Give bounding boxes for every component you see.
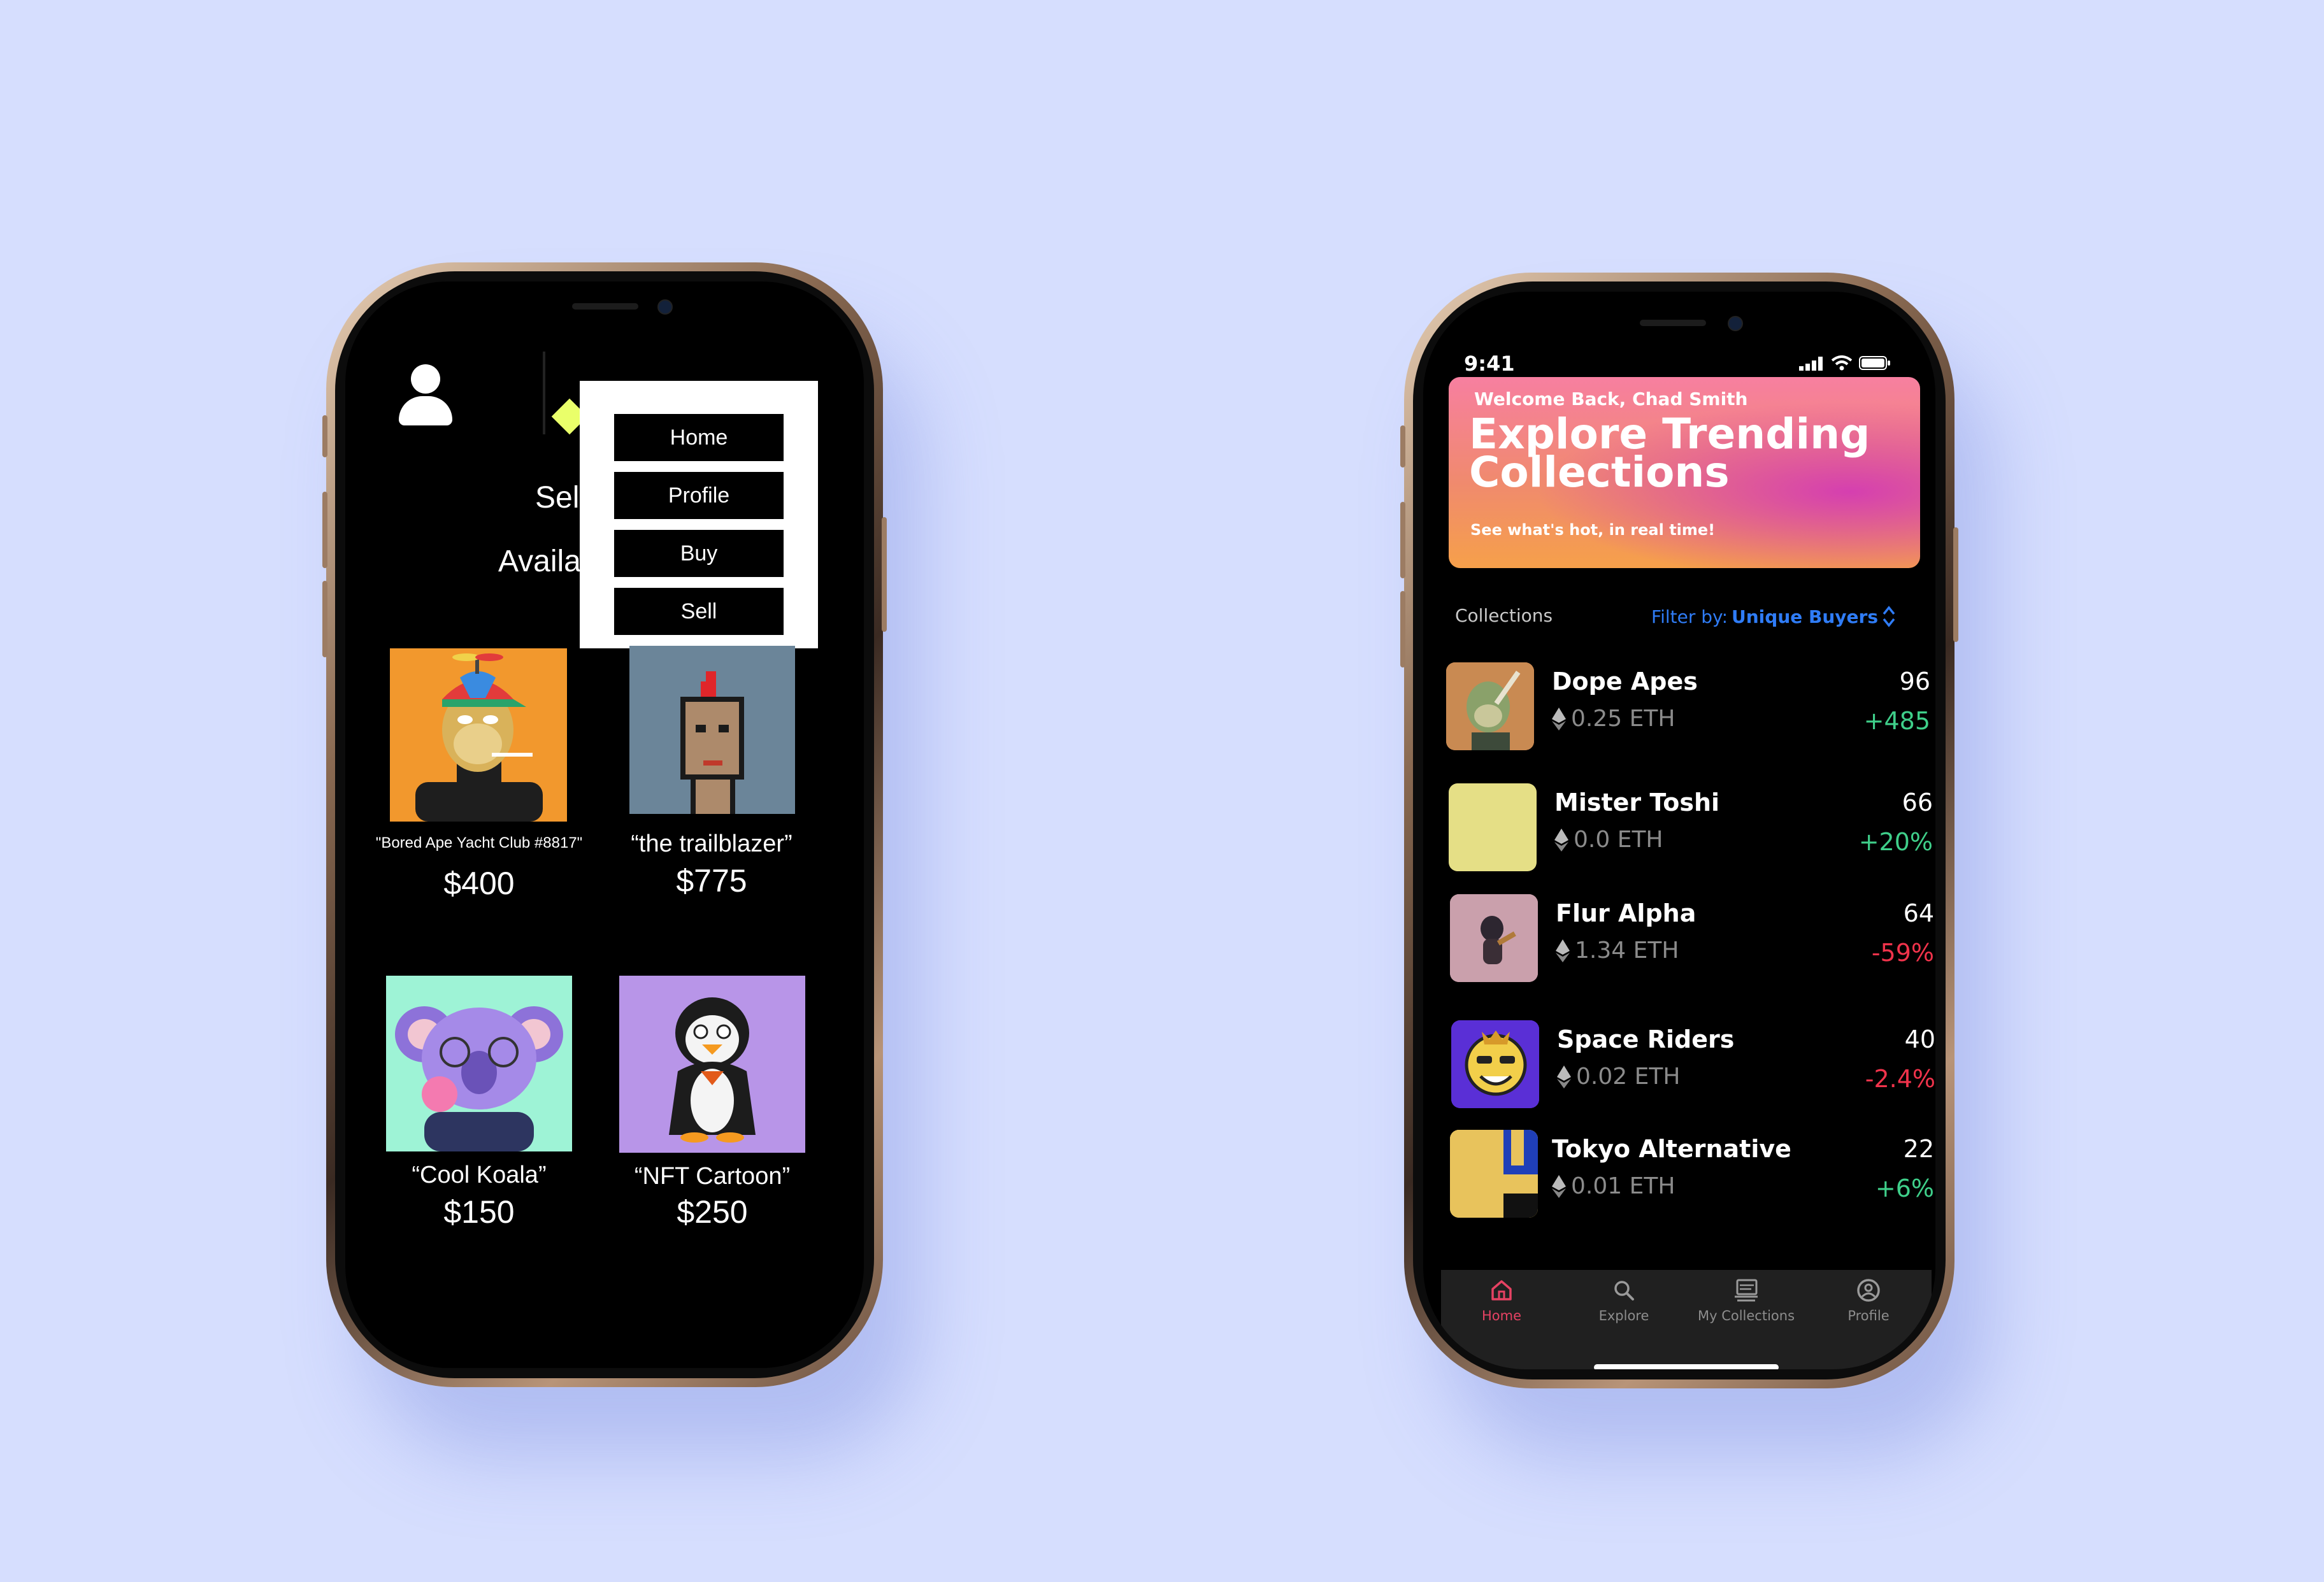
collection-row-space-riders[interactable]: Space Riders 0.02 ETH 40 -2.4%: [1451, 1020, 1935, 1109]
status-icons: [1799, 355, 1891, 371]
status-time: 9:41: [1464, 352, 1515, 376]
screen-trending-collections: 9:41 Welcome Back, Chad Smith Explore Tr…: [1423, 292, 1935, 1369]
page-subtitle-partial: Availa: [498, 545, 581, 578]
filter-value: Unique Buyers: [1732, 606, 1878, 627]
front-camera: [1728, 316, 1743, 331]
eth-icon: [1557, 1065, 1571, 1088]
profile-avatar-icon[interactable]: [399, 364, 452, 425]
nav-divider: [543, 352, 545, 434]
collection-row-mister-toshi[interactable]: Mister Toshi 0.0 ETH 66 +20%: [1449, 783, 1933, 873]
collection-buyers: 96: [1899, 667, 1930, 695]
collection-thumbnail: [1451, 1020, 1539, 1108]
filter-dropdown[interactable]: Filter by: Unique Buyers: [1651, 604, 1896, 629]
battery-icon: [1859, 356, 1890, 370]
nft-title: “the trailblazer”: [631, 830, 793, 857]
collection-price: 0.0 ETH: [1554, 827, 1663, 853]
collection-buyers: 64: [1903, 899, 1934, 927]
collection-name: Dope Apes: [1552, 667, 1698, 695]
collection-change: +20%: [1858, 828, 1933, 856]
hero-subtitle: See what's hot, in real time!: [1470, 521, 1716, 539]
profile-icon: [1857, 1279, 1880, 1302]
collection-thumbnail: [1450, 1130, 1538, 1218]
screen-sell-page: Sel Availa Home Profile Buy Sell "Bored …: [345, 281, 864, 1368]
collection-change: +6%: [1875, 1174, 1934, 1202]
wifi-icon: [1831, 355, 1853, 371]
tab-profile[interactable]: Profile: [1808, 1278, 1929, 1323]
phone-mockup-right: 9:41 Welcome Back, Chad Smith Explore Tr…: [1400, 273, 1958, 1388]
collection-thumbnail: [1446, 662, 1534, 750]
nft-image-bored-ape[interactable]: [390, 648, 567, 822]
eth-icon: [1554, 828, 1568, 852]
nft-price: $775: [676, 863, 747, 899]
collections-icon: [1735, 1279, 1758, 1302]
collection-buyers: 40: [1904, 1025, 1935, 1053]
nft-title: “Cool Koala”: [412, 1162, 547, 1188]
eth-icon: [1552, 707, 1566, 730]
silent-switch: [322, 415, 327, 457]
page-title-partial: Sel: [535, 481, 580, 515]
search-icon: [1614, 1281, 1634, 1301]
collection-buyers: 66: [1902, 788, 1933, 816]
speaker: [572, 303, 638, 310]
hero-title: Explore Trending Collections: [1469, 410, 1870, 497]
filter-label: Filter by:: [1651, 606, 1728, 627]
collection-row-flur-alpha[interactable]: Flur Alpha 1.34 ETH 64 -59%: [1450, 894, 1934, 983]
eth-icon: [1556, 939, 1570, 962]
collection-change: +485: [1863, 707, 1930, 735]
collection-name: Mister Toshi: [1554, 788, 1720, 816]
collection-price: 0.02 ETH: [1557, 1064, 1680, 1090]
home-indicator[interactable]: [1594, 1364, 1779, 1369]
nft-image-nft-cartoon[interactable]: [619, 976, 805, 1153]
welcome-text: Welcome Back, Chad Smith: [1474, 388, 1748, 410]
bottom-tab-bar: Home Explore My Collections Profile: [1441, 1270, 1932, 1369]
collection-name: Flur Alpha: [1556, 899, 1696, 927]
nft-image-cool-koala[interactable]: [386, 976, 572, 1151]
volume-up-button: [322, 492, 327, 568]
collection-price: 0.25 ETH: [1552, 706, 1675, 732]
collection-thumbnail: [1449, 783, 1537, 871]
home-icon: [1491, 1280, 1512, 1301]
collection-change: -59%: [1871, 939, 1934, 967]
tab-home[interactable]: Home: [1441, 1278, 1562, 1323]
signal-icon: [1799, 357, 1823, 371]
collection-row-tokyo-alternative[interactable]: Tokyo Alternative 0.01 ETH 22 +6%: [1450, 1130, 1934, 1219]
collection-price: 1.34 ETH: [1556, 937, 1679, 964]
nft-title: “NFT Cartoon”: [634, 1163, 791, 1190]
nft-title: "Bored Ape Yacht Club #8817": [375, 834, 583, 852]
volume-up-button: [1400, 502, 1405, 578]
power-button: [882, 517, 887, 632]
eth-icon: [1552, 1174, 1566, 1198]
collections-label: Collections: [1455, 605, 1553, 626]
tab-explore[interactable]: Explore: [1563, 1278, 1684, 1323]
silent-switch: [1400, 425, 1405, 467]
phone-mockup-left: Sel Availa Home Profile Buy Sell "Bored …: [322, 262, 887, 1387]
collection-row-dope-apes[interactable]: Dope Apes 0.25 ETH 96 +485: [1446, 662, 1930, 752]
nft-price: $400: [443, 866, 515, 901]
collection-buyers: 22: [1903, 1135, 1934, 1163]
collection-change: -2.4%: [1865, 1065, 1935, 1093]
collection-name: Tokyo Alternative: [1552, 1135, 1791, 1163]
collection-price: 0.01 ETH: [1552, 1173, 1675, 1199]
menu-item-sell[interactable]: Sell: [614, 588, 784, 635]
volume-down-button: [1400, 591, 1405, 667]
volume-down-button: [322, 581, 327, 657]
menu-item-profile[interactable]: Profile: [614, 472, 784, 519]
nft-price: $250: [677, 1194, 748, 1230]
sort-chevrons-icon: [1883, 606, 1895, 627]
menu-item-home[interactable]: Home: [614, 414, 784, 461]
nft-price: $150: [443, 1194, 515, 1230]
power-button: [1953, 527, 1958, 642]
hero-banner[interactable]: Welcome Back, Chad Smith Explore Trendin…: [1449, 377, 1920, 568]
collection-thumbnail: [1450, 894, 1538, 982]
tab-my-collections[interactable]: My Collections: [1686, 1278, 1807, 1323]
nav-dropdown-menu: Home Profile Buy Sell: [580, 381, 818, 648]
front-camera: [657, 299, 673, 315]
menu-item-buy[interactable]: Buy: [614, 530, 784, 577]
speaker: [1640, 320, 1706, 326]
nft-image-trailblazer[interactable]: [629, 646, 795, 814]
collection-name: Space Riders: [1557, 1025, 1735, 1053]
